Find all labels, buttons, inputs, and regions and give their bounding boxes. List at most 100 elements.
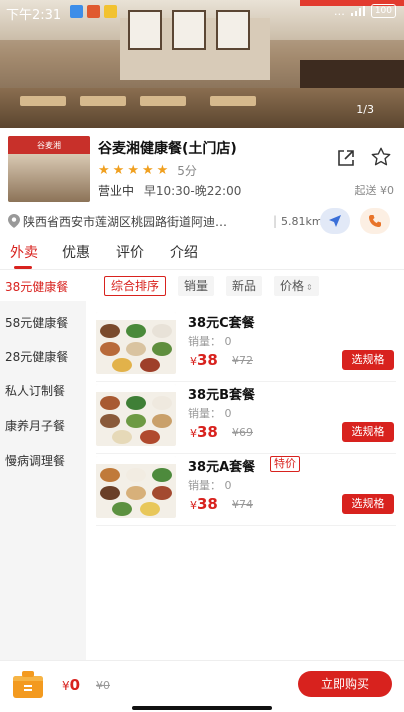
banner-table [140,96,186,106]
battery-icon: 100 [370,4,396,18]
open-status: 营业中 [98,184,135,198]
dish-shape [126,324,146,338]
store-tabs: 外卖 优惠 评价 介绍 [0,240,404,270]
price-value: 38 [197,351,218,369]
navigation-arrow-icon [329,215,341,227]
store-logo-text: 谷麦湘 [8,136,90,154]
checkout-bar: ¥0 ¥0 立即购买 [0,660,404,712]
store-rating: ★ ★ ★ ★ ★ 5分 [98,162,197,179]
status-right: … 100 [334,4,396,18]
tab-intro[interactable]: 介绍 [170,242,198,262]
select-spec-button[interactable]: 选规格 [342,494,394,514]
dish-shape [152,396,172,410]
sort-comprehensive-chip[interactable]: 综合排序 [104,276,167,296]
thumb-header [96,456,176,464]
special-offer-badge: 特价 [270,456,300,472]
store-info: 谷麦湘 谷麦湘健康餐(土门店) ★ ★ ★ ★ ★ 5分 营业中 早10:30-… [0,128,404,238]
address-row[interactable]: 陕西省西安市莲湖区桃园路街道阿迪… | 5.81km [8,208,398,234]
cart-original-total: ¥0 [96,679,110,692]
price-value: 38 [197,423,218,441]
total-value: 0 [69,676,81,694]
status-right-text: … [333,4,345,18]
dish-shape [152,342,172,356]
dish-shape [152,324,172,338]
product-name: 38元C套餐 [188,316,255,331]
active-tab-indicator [14,266,32,269]
currency-symbol: ¥ [190,427,197,440]
store-name: 谷麦湘健康餐(土门店) [98,141,237,157]
dish-shape [140,502,160,516]
product-name: 38元A套餐 [188,460,256,475]
tab-takeout[interactable]: 外卖 [10,242,38,262]
dish-shape [126,342,146,356]
signal-icon [350,6,365,16]
category-item[interactable]: 58元健康餐 [0,307,86,337]
dish-shape [126,396,146,410]
category-item[interactable]: 私人订制餐 [0,375,86,405]
store-photo [8,154,90,202]
banner-table [80,96,126,106]
product-sales: 销量： 0 [188,335,232,348]
store-banner-image[interactable]: 下午2:31 … 100 1/3 [0,0,404,128]
product-image [96,456,176,518]
product-name: 38元B套餐 [188,388,255,403]
divider: | [273,214,278,228]
home-indicator[interactable] [132,706,272,710]
star-icon: ★ [156,163,169,178]
category-item[interactable]: 28元健康餐 [0,341,86,371]
category-item[interactable]: 慢病调理餐 [0,445,86,475]
product-price: ¥38 [190,350,218,369]
star-icon: ★ [141,163,154,178]
product-sales: 销量： 0 [188,407,232,420]
dish-shape [126,414,146,428]
share-icon[interactable] [336,148,356,168]
banner-page-counter: 1/3 [356,103,374,116]
product-image [96,384,176,446]
category-item[interactable]: 38元健康餐 [0,271,86,301]
product-price: ¥38 [190,422,218,441]
product-item[interactable]: 38元C套餐 销量： 0 ¥38 ¥72 选规格 [96,312,396,382]
dish-shape [112,502,132,516]
thumb-header [96,384,176,392]
select-spec-button[interactable]: 选规格 [342,350,394,370]
rating-score: 5分 [177,164,197,178]
min-delivery: 起送 ¥0 [354,184,395,197]
product-item[interactable]: 38元B套餐 销量： 0 ¥38 ¥69 选规格 [96,384,396,454]
sort-price-chip[interactable]: 价格 ⇕ [274,276,319,296]
product-original-price: ¥72 [232,354,253,367]
currency-symbol: ¥ [190,355,197,368]
dish-shape [126,468,146,482]
dish-shape [152,486,172,500]
opening-hours: 早10:30-晚22:00 [143,184,242,198]
tab-discounts[interactable]: 优惠 [62,242,90,262]
dish-shape [100,486,120,500]
sort-new-chip[interactable]: 新品 [226,276,263,296]
dish-shape [100,324,120,338]
notification-icon [104,5,117,18]
navigate-button[interactable] [320,208,350,234]
cart-box-icon[interactable] [12,669,44,699]
product-sales: 销量： 0 [188,479,232,492]
tab-reviews[interactable]: 评价 [116,242,144,262]
sort-sales-chip[interactable]: 销量 [178,276,215,296]
dish-shape [112,358,132,372]
notification-icon [87,5,100,18]
dish-shape [140,430,160,444]
category-item[interactable]: 康养月子餐 [0,410,86,440]
store-logo: 谷麦湘 [8,136,90,202]
dish-shape [100,396,120,410]
price-value: 38 [197,495,218,513]
dish-shape [152,414,172,428]
favorite-star-icon[interactable] [370,146,392,168]
category-sidebar: 38元健康餐 58元健康餐 28元健康餐 私人订制餐 康养月子餐 慢病调理餐 [0,271,86,661]
product-price: ¥38 [190,494,218,513]
select-spec-button[interactable]: 选规格 [342,422,394,442]
dish-shape [126,486,146,500]
notification-icon [70,5,83,18]
dish-shape [152,468,172,482]
product-item[interactable]: 38元A套餐 特价 销量： 0 ¥38 ¥74 选规格 [96,456,396,526]
currency-symbol: ¥ [190,499,197,512]
buy-now-button[interactable]: 立即购买 [298,671,392,697]
thumb-header [96,312,176,320]
call-button[interactable] [360,208,390,234]
